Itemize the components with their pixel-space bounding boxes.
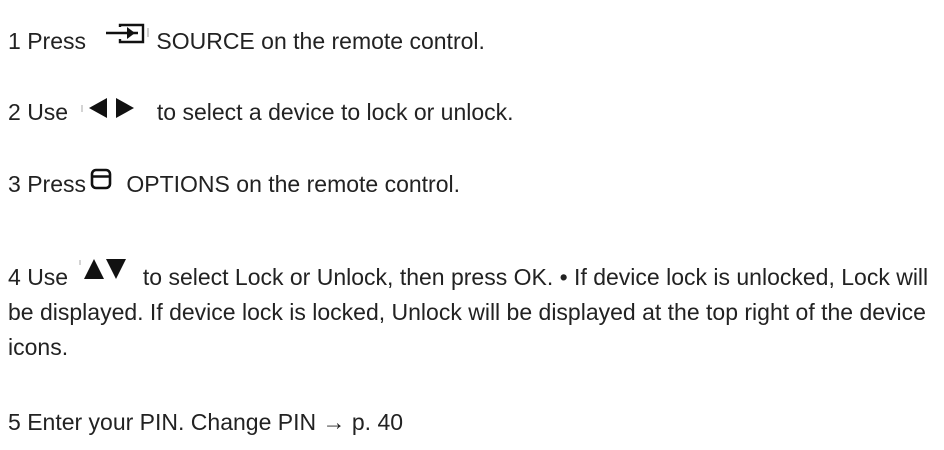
step-text-before: Use: [27, 264, 69, 290]
step-5: 5 Enter your PIN. Change PIN → p. 40: [8, 405, 403, 439]
options-icon: [90, 168, 112, 190]
step-text-after: to select a device to lock or unlock.: [156, 99, 514, 125]
step-text-before: Press: [27, 171, 86, 197]
step-text-after: SOURCE on the remote control.: [156, 28, 485, 54]
step-number: 3: [8, 171, 21, 197]
step-number: 2: [8, 99, 21, 125]
step-text-after: OPTIONS on the remote control.: [126, 171, 461, 197]
left-right-arrows-icon: [80, 97, 140, 119]
step-4: 4 Use to select Lock or Unlock, then pre…: [8, 257, 940, 365]
step-number: 5: [8, 409, 21, 435]
step-text: Enter your PIN. Change PIN → p. 40: [27, 409, 404, 435]
step-3: 3 Press OPTIONS on the remote control.: [8, 167, 460, 201]
step-number: 4: [8, 264, 21, 290]
source-icon: [104, 23, 150, 45]
step-text-before: Use: [27, 99, 69, 125]
step-text-after: to select Lock or Unlock, then press OK.…: [8, 264, 929, 360]
step-number: 1: [8, 28, 21, 54]
step-text-before: Press: [27, 28, 86, 54]
step-1: 1 Press SOURCE on the remote control.: [8, 23, 485, 58]
step-2: 2 Use to select a device to lock or unlo…: [8, 95, 514, 129]
up-down-arrows-icon: [78, 257, 128, 281]
